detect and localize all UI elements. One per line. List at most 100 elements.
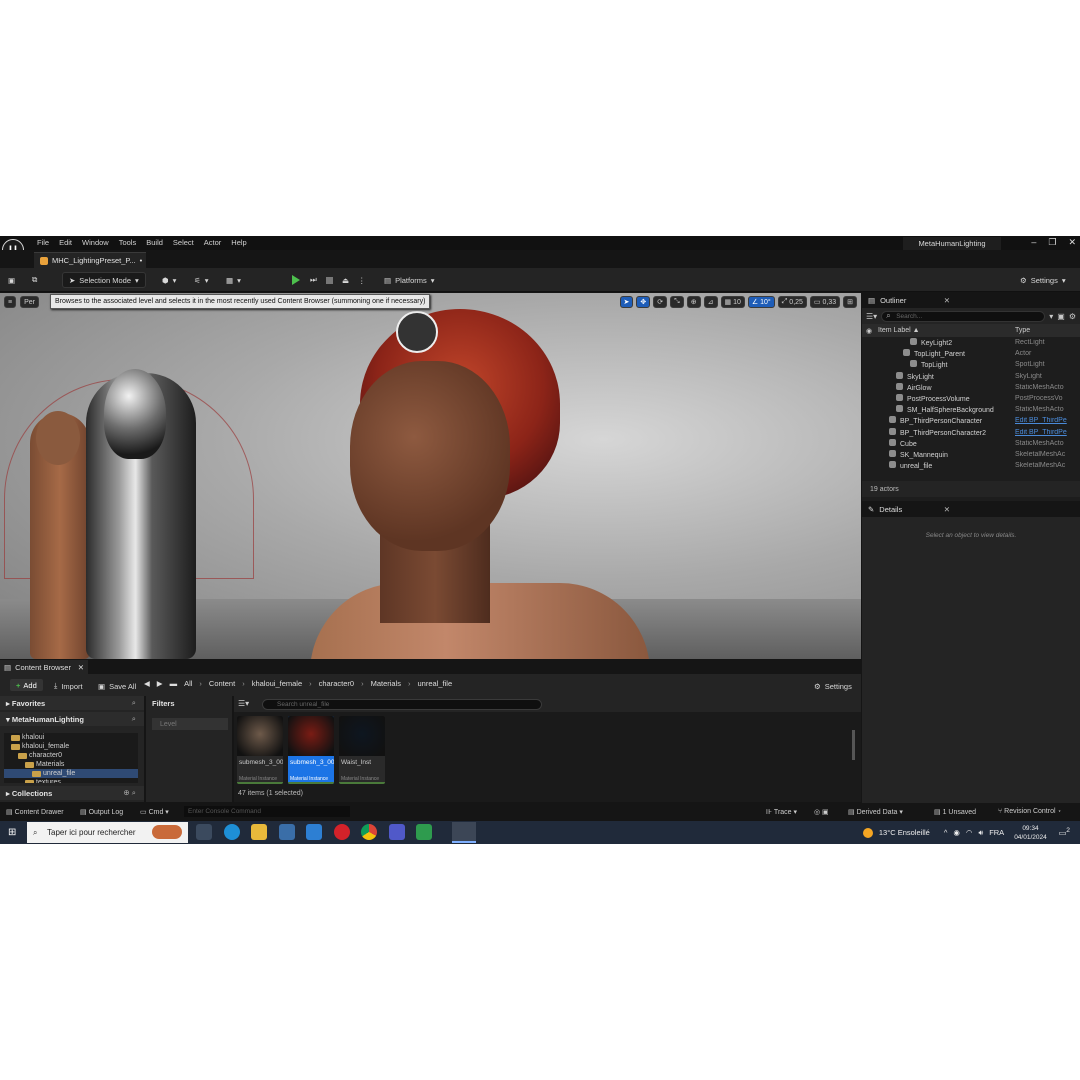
menu-tools[interactable]: Tools (114, 238, 142, 247)
menu-edit[interactable]: Edit (54, 238, 77, 247)
crumb-materials[interactable]: Materials (371, 679, 401, 688)
column-type[interactable]: Type (1015, 327, 1030, 334)
asset-tile[interactable]: submesh_3_004_Material Instance (288, 716, 334, 784)
settings-dropdown[interactable]: ⚙ Settings ▾ (1020, 272, 1066, 288)
play-options-icon[interactable]: ⋮ (358, 272, 366, 288)
add-button[interactable]: + Add (10, 679, 43, 691)
folder-tree-item[interactable]: Materials (4, 760, 138, 769)
close-icon[interactable]: ✕ (944, 505, 950, 514)
cinematics-button[interactable]: ▦ ▾ (226, 272, 241, 288)
wifi-icon[interactable]: ◠ (966, 828, 973, 837)
crumb-unreal-file[interactable]: unreal_file (418, 679, 453, 688)
search-icon[interactable]: ⌕ (132, 698, 136, 708)
record-icon[interactable]: ◎ ▣ (814, 808, 829, 816)
asset-tile[interactable]: Waist_Inst Material Instance (339, 716, 385, 784)
actor-type[interactable]: Edit BP_ThirdPe (1015, 417, 1073, 424)
opera-icon[interactable] (334, 824, 350, 840)
taskbar-search-input[interactable]: ⌕ Taper ici pour rechercher (27, 822, 188, 843)
teams-icon[interactable] (389, 824, 405, 840)
import-button[interactable]: ⤓ Import (54, 678, 83, 694)
outliner-row[interactable]: PostProcessVolume PostProcessVo (862, 393, 1080, 404)
crumb-khaloui-female[interactable]: khaloui_female (252, 679, 302, 688)
outliner-row[interactable]: BP_ThirdPersonCharacter Edit BP_ThirdPe (862, 415, 1080, 426)
forward-icon[interactable]: ▶ (157, 679, 163, 688)
language-indicator[interactable]: FRA (989, 828, 1004, 837)
scale-icon[interactable]: ⤡ (670, 296, 684, 308)
project-section[interactable]: ▾ MetaHumanLighting ⌕ (0, 712, 144, 726)
menu-select[interactable]: Select (168, 238, 199, 247)
folder-add-icon[interactable]: ▣ (1057, 312, 1065, 321)
folder-tree-item[interactable]: textures (4, 778, 138, 783)
surface-snap-icon[interactable]: ⊿ (703, 296, 718, 308)
add-search-icon[interactable]: ⊕ ⌕ (123, 788, 136, 798)
back-icon[interactable]: ◀ (144, 679, 150, 688)
outliner-row[interactable]: SM_HalfSphereBackground StaticMeshActo (862, 404, 1080, 415)
menu-window[interactable]: Window (77, 238, 114, 247)
menu-file[interactable]: File (32, 238, 54, 247)
level-tab[interactable]: MHC_LightingPreset_P... • (34, 252, 146, 268)
outliner-row[interactable]: AirGlow StaticMeshActo (862, 382, 1080, 393)
outliner-row[interactable]: TopLight SpotLight (862, 359, 1080, 370)
scrollbar[interactable] (852, 730, 855, 760)
outliner-row[interactable]: Cube StaticMeshActo (862, 438, 1080, 449)
outliner-tab[interactable]: ▤ Outliner ✕ (862, 293, 1080, 308)
actor-type[interactable]: Edit BP_ThirdPe (1015, 429, 1073, 436)
store-icon[interactable] (279, 824, 295, 840)
crumb-character0[interactable]: character0 (319, 679, 354, 688)
close-icon[interactable]: ✕ (78, 663, 84, 672)
outliner-row[interactable]: SkyLight SkyLight (862, 371, 1080, 382)
chrome-icon[interactable] (361, 824, 377, 840)
maximize-viewport-icon[interactable]: ⊞ (843, 296, 857, 308)
hamburger-menu-icon[interactable]: ≡ (4, 296, 17, 308)
maximize-icon[interactable]: ❐ (1048, 237, 1056, 248)
outliner-row[interactable]: unreal_file SkeletalMeshAc (862, 460, 1080, 471)
rotate-icon[interactable]: ⟳ (653, 296, 668, 308)
perspective-button[interactable]: Per (20, 296, 39, 308)
edge-icon[interactable] (224, 824, 240, 840)
crumb-all[interactable]: All (184, 679, 192, 688)
clock[interactable]: 09:34 04/01/2024 (1014, 824, 1047, 842)
favorites-section[interactable]: ▸ Favorites ⌕ (0, 696, 144, 710)
trace-dropdown[interactable]: ⊪ Trace ▾ (766, 808, 797, 816)
asset-search-input[interactable]: Search unreal_file (262, 699, 542, 710)
derived-data-dropdown[interactable]: ▤ Derived Data ▾ (848, 808, 903, 816)
filter-icon[interactable]: ☰▾ (866, 312, 877, 321)
task-view-icon[interactable] (196, 824, 212, 840)
chevron-down-icon[interactable]: ▾ (1049, 312, 1053, 321)
close-icon[interactable]: ✕ (944, 296, 950, 305)
minimize-icon[interactable]: – (1031, 237, 1036, 248)
gear-icon[interactable]: ⚙ (1069, 312, 1076, 321)
mail-icon[interactable] (306, 824, 322, 840)
output-log-button[interactable]: ▤ Output Log (80, 808, 123, 816)
add-actor-button[interactable]: ⬢ ▾ (162, 272, 176, 288)
advance-frame-icon[interactable]: ⏭ (310, 272, 317, 288)
cmd-dropdown[interactable]: ▭ Cmd ▾ (140, 808, 169, 816)
light-gizmo-icon[interactable] (396, 311, 438, 353)
notification-button[interactable]: ▭2 (1059, 827, 1070, 838)
folder-tree-item[interactable]: khaloui_female (4, 742, 138, 751)
outliner-search-input[interactable]: Search... (881, 310, 1046, 322)
grid-snap-button[interactable]: ▦ 10 (720, 296, 745, 308)
collections-section[interactable]: ▸ Collections ⊕ ⌕ (0, 786, 144, 800)
search-icon[interactable]: ⌕ (132, 714, 136, 724)
column-item-label[interactable]: Item Label ▲ (878, 327, 1015, 334)
content-browser-settings-button[interactable]: ⚙ Settings (814, 678, 852, 694)
unreal-taskbar-icon[interactable] (452, 822, 476, 843)
folder-tree-item[interactable]: khaloui (4, 733, 138, 742)
stop-button[interactable] (326, 272, 333, 288)
menu-help[interactable]: Help (226, 238, 251, 247)
move-icon[interactable]: ✥ (636, 296, 651, 308)
folder-tree-item[interactable]: unreal_file (4, 769, 138, 778)
blueprint-button[interactable]: ⚟ ▾ (194, 272, 209, 288)
camera-speed-button[interactable]: ▭ 0,33 (809, 296, 841, 308)
content-drawer-button[interactable]: ▤ Content Drawer (6, 808, 64, 816)
outliner-row[interactable]: KeyLight2 RectLight (862, 337, 1080, 348)
world-space-icon[interactable]: ⊕ (686, 296, 701, 308)
revision-control-dropdown[interactable]: ⑂ Revision Control ▾ (998, 808, 1062, 815)
outliner-row[interactable]: SK_Mannequin SkeletalMeshAc (862, 449, 1080, 460)
scale-snap-button[interactable]: ⤢ 0,25 (777, 296, 807, 308)
menu-build[interactable]: Build (141, 238, 168, 247)
content-browser-tab[interactable]: ▤ Content Browser ✕ (0, 660, 88, 674)
folder-tree-item[interactable]: character0 (4, 751, 138, 760)
unsaved-button[interactable]: ▤ 1 Unsaved (934, 808, 976, 816)
